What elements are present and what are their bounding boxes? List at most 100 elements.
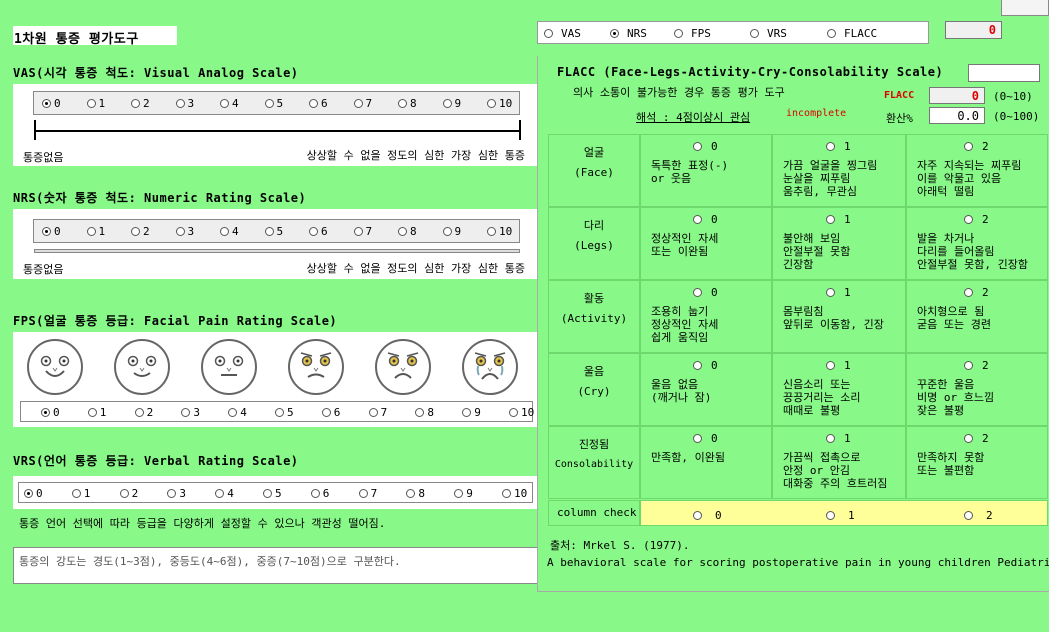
vas-radio-9[interactable] bbox=[442, 99, 452, 108]
flacc-radio-2-1[interactable] bbox=[826, 288, 835, 297]
fps-option-5[interactable]: 5 bbox=[275, 406, 294, 419]
scale-radio-vas[interactable] bbox=[544, 29, 553, 38]
vrs-radio-5[interactable] bbox=[263, 489, 272, 498]
nrs-radio-7[interactable] bbox=[353, 227, 363, 236]
nrs-option-9[interactable]: 9 bbox=[442, 225, 461, 238]
vas-radio-0[interactable] bbox=[42, 99, 51, 108]
total-score-box[interactable]: 0 bbox=[945, 21, 1002, 39]
flacc-radio-option[interactable]: 0 bbox=[693, 432, 718, 445]
fps-option-7[interactable]: 7 bbox=[368, 406, 387, 419]
fps-radio-9[interactable] bbox=[462, 408, 472, 417]
flacc-radio-option[interactable]: 2 bbox=[964, 286, 989, 299]
scale-option-vrs[interactable]: VRS bbox=[750, 27, 787, 40]
flacc-radio-option[interactable]: 0 bbox=[693, 359, 718, 372]
vrs-option-9[interactable]: 9 bbox=[454, 487, 473, 500]
nrs-radio-6[interactable] bbox=[309, 227, 318, 236]
flacc-radio-option[interactable]: 2 bbox=[964, 432, 989, 445]
vas-radio-4[interactable] bbox=[220, 99, 229, 108]
scale-radio-flacc[interactable] bbox=[827, 29, 836, 38]
nrs-option-4[interactable]: 4 bbox=[220, 225, 239, 238]
vas-radio-3[interactable] bbox=[175, 99, 185, 108]
fps-option-10[interactable]: 10 bbox=[509, 406, 534, 419]
flacc-radio-3-2[interactable] bbox=[964, 361, 973, 370]
nrs-radio-8[interactable] bbox=[398, 227, 407, 236]
vrs-radio-3[interactable] bbox=[167, 489, 177, 498]
vas-option-0[interactable]: 0 bbox=[42, 97, 61, 110]
vas-option-4[interactable]: 4 bbox=[220, 97, 239, 110]
scale-radio-fps[interactable] bbox=[674, 29, 683, 38]
column-check-option-2[interactable]: 2 bbox=[964, 509, 993, 522]
nrs-option-10[interactable]: 10 bbox=[487, 225, 512, 238]
nrs-radio-3[interactable] bbox=[175, 227, 185, 236]
flacc-title-input[interactable] bbox=[968, 64, 1040, 82]
exit-button[interactable] bbox=[1001, 0, 1049, 16]
column-check-radio-1[interactable] bbox=[826, 511, 835, 520]
vrs-option-6[interactable]: 6 bbox=[310, 487, 329, 500]
vrs-radio-10[interactable] bbox=[502, 489, 511, 498]
flacc-radio-option[interactable]: 0 bbox=[693, 140, 718, 153]
vrs-radio-7[interactable] bbox=[358, 489, 368, 498]
nrs-radio-9[interactable] bbox=[442, 227, 452, 236]
fps-option-3[interactable]: 3 bbox=[181, 406, 200, 419]
nrs-option-8[interactable]: 8 bbox=[398, 225, 417, 238]
fps-radio-8[interactable] bbox=[415, 408, 425, 417]
fps-radio-3[interactable] bbox=[181, 408, 191, 417]
fps-option-9[interactable]: 9 bbox=[462, 406, 481, 419]
flacc-radio-3-0[interactable] bbox=[693, 361, 702, 370]
vrs-option-0[interactable]: 0 bbox=[24, 487, 43, 500]
vrs-radio-1[interactable] bbox=[71, 489, 81, 498]
nrs-radio-2[interactable] bbox=[131, 227, 140, 236]
vrs-option-5[interactable]: 5 bbox=[263, 487, 282, 500]
vrs-radio-8[interactable] bbox=[406, 489, 416, 498]
fps-option-0[interactable]: 0 bbox=[41, 406, 60, 419]
column-check-option-1[interactable]: 1 bbox=[826, 509, 855, 522]
flacc-radio-option[interactable]: 1 bbox=[826, 213, 851, 226]
vas-option-10[interactable]: 10 bbox=[487, 97, 512, 110]
flacc-radio-2-0[interactable] bbox=[693, 288, 702, 297]
flacc-radio-3-1[interactable] bbox=[826, 361, 835, 370]
nrs-option-1[interactable]: 1 bbox=[86, 225, 105, 238]
flacc-radio-1-0[interactable] bbox=[693, 215, 702, 224]
flacc-interpretation[interactable]: 해석 : 4점이상시 관심 bbox=[636, 109, 750, 125]
flacc-radio-option[interactable]: 1 bbox=[826, 286, 851, 299]
flacc-radio-0-2[interactable] bbox=[964, 142, 973, 151]
vrs-option-7[interactable]: 7 bbox=[358, 487, 377, 500]
column-check-radio-2[interactable] bbox=[964, 511, 973, 520]
vrs-option-4[interactable]: 4 bbox=[215, 487, 234, 500]
vas-option-5[interactable]: 5 bbox=[264, 97, 283, 110]
scale-option-vas[interactable]: VAS bbox=[544, 27, 581, 40]
nrs-option-5[interactable]: 5 bbox=[264, 225, 283, 238]
vas-radio-7[interactable] bbox=[353, 99, 363, 108]
vrs-radio-4[interactable] bbox=[215, 489, 225, 498]
vrs-option-1[interactable]: 1 bbox=[71, 487, 90, 500]
flacc-radio-0-0[interactable] bbox=[693, 142, 702, 151]
nrs-option-3[interactable]: 3 bbox=[175, 225, 194, 238]
vrs-radio-6[interactable] bbox=[310, 489, 320, 498]
vas-radio-5[interactable] bbox=[264, 99, 274, 108]
scale-radio-vrs[interactable] bbox=[750, 29, 759, 38]
column-check-option-0[interactable]: 0 bbox=[693, 509, 722, 522]
flacc-radio-4-1[interactable] bbox=[826, 434, 835, 443]
nrs-radio-5[interactable] bbox=[264, 227, 274, 236]
vas-option-2[interactable]: 2 bbox=[131, 97, 150, 110]
nrs-radio-0[interactable] bbox=[42, 227, 51, 236]
vas-option-9[interactable]: 9 bbox=[442, 97, 461, 110]
flacc-radio-4-0[interactable] bbox=[693, 434, 702, 443]
nrs-radio-1[interactable] bbox=[86, 227, 96, 236]
nrs-option-6[interactable]: 6 bbox=[309, 225, 328, 238]
nrs-option-0[interactable]: 0 bbox=[42, 225, 61, 238]
vrs-option-3[interactable]: 3 bbox=[167, 487, 186, 500]
vrs-option-10[interactable]: 10 bbox=[502, 487, 527, 500]
nrs-radio-4[interactable] bbox=[220, 227, 229, 236]
vas-radio-8[interactable] bbox=[398, 99, 407, 108]
fps-radio-10[interactable] bbox=[509, 408, 518, 417]
fps-option-6[interactable]: 6 bbox=[321, 406, 340, 419]
fps-option-8[interactable]: 8 bbox=[415, 406, 434, 419]
fps-radio-6[interactable] bbox=[321, 408, 331, 417]
flacc-radio-2-2[interactable] bbox=[964, 288, 973, 297]
flacc-radio-option[interactable]: 2 bbox=[964, 359, 989, 372]
flacc-radio-0-1[interactable] bbox=[826, 142, 835, 151]
vas-radio-10[interactable] bbox=[487, 99, 496, 108]
fps-radio-7[interactable] bbox=[368, 408, 378, 417]
flacc-radio-option[interactable]: 0 bbox=[693, 213, 718, 226]
